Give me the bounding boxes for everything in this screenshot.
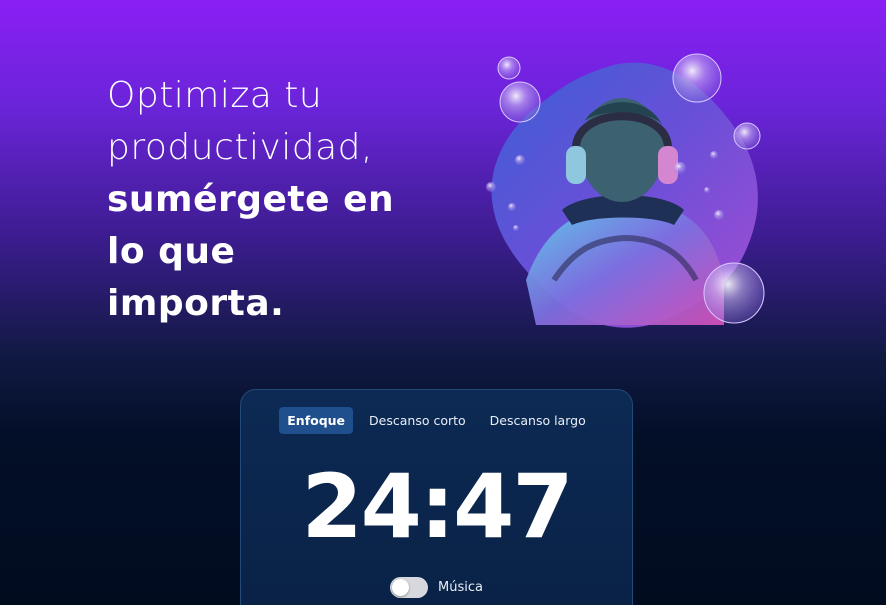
- hero-line-5: importa.: [107, 283, 285, 324]
- timer-mode-tabs: Enfoque Descanso corto Descanso largo: [241, 407, 632, 434]
- toggle-knob: [392, 579, 410, 596]
- tab-enfoque[interactable]: Enfoque: [279, 407, 354, 434]
- headphones-person-illustration: [484, 50, 774, 340]
- music-toggle[interactable]: [390, 577, 429, 598]
- pomodoro-timer-card: Enfoque Descanso corto Descanso largo 24…: [240, 389, 633, 605]
- hero-line-2: productividad,: [107, 127, 373, 168]
- music-control: Música: [241, 577, 632, 598]
- hero-heading: Optimiza tu productividad, sumérgete en …: [107, 70, 437, 330]
- timer-display: 24:47: [301, 455, 573, 558]
- tab-descanso-largo[interactable]: Descanso largo: [482, 407, 594, 434]
- music-label: Música: [438, 580, 483, 595]
- hero-line-4: lo que: [107, 231, 236, 272]
- tab-descanso-corto[interactable]: Descanso corto: [361, 407, 474, 434]
- hero-line-1: Optimiza tu: [107, 75, 323, 116]
- hero-line-3: sumérgete en: [107, 179, 395, 220]
